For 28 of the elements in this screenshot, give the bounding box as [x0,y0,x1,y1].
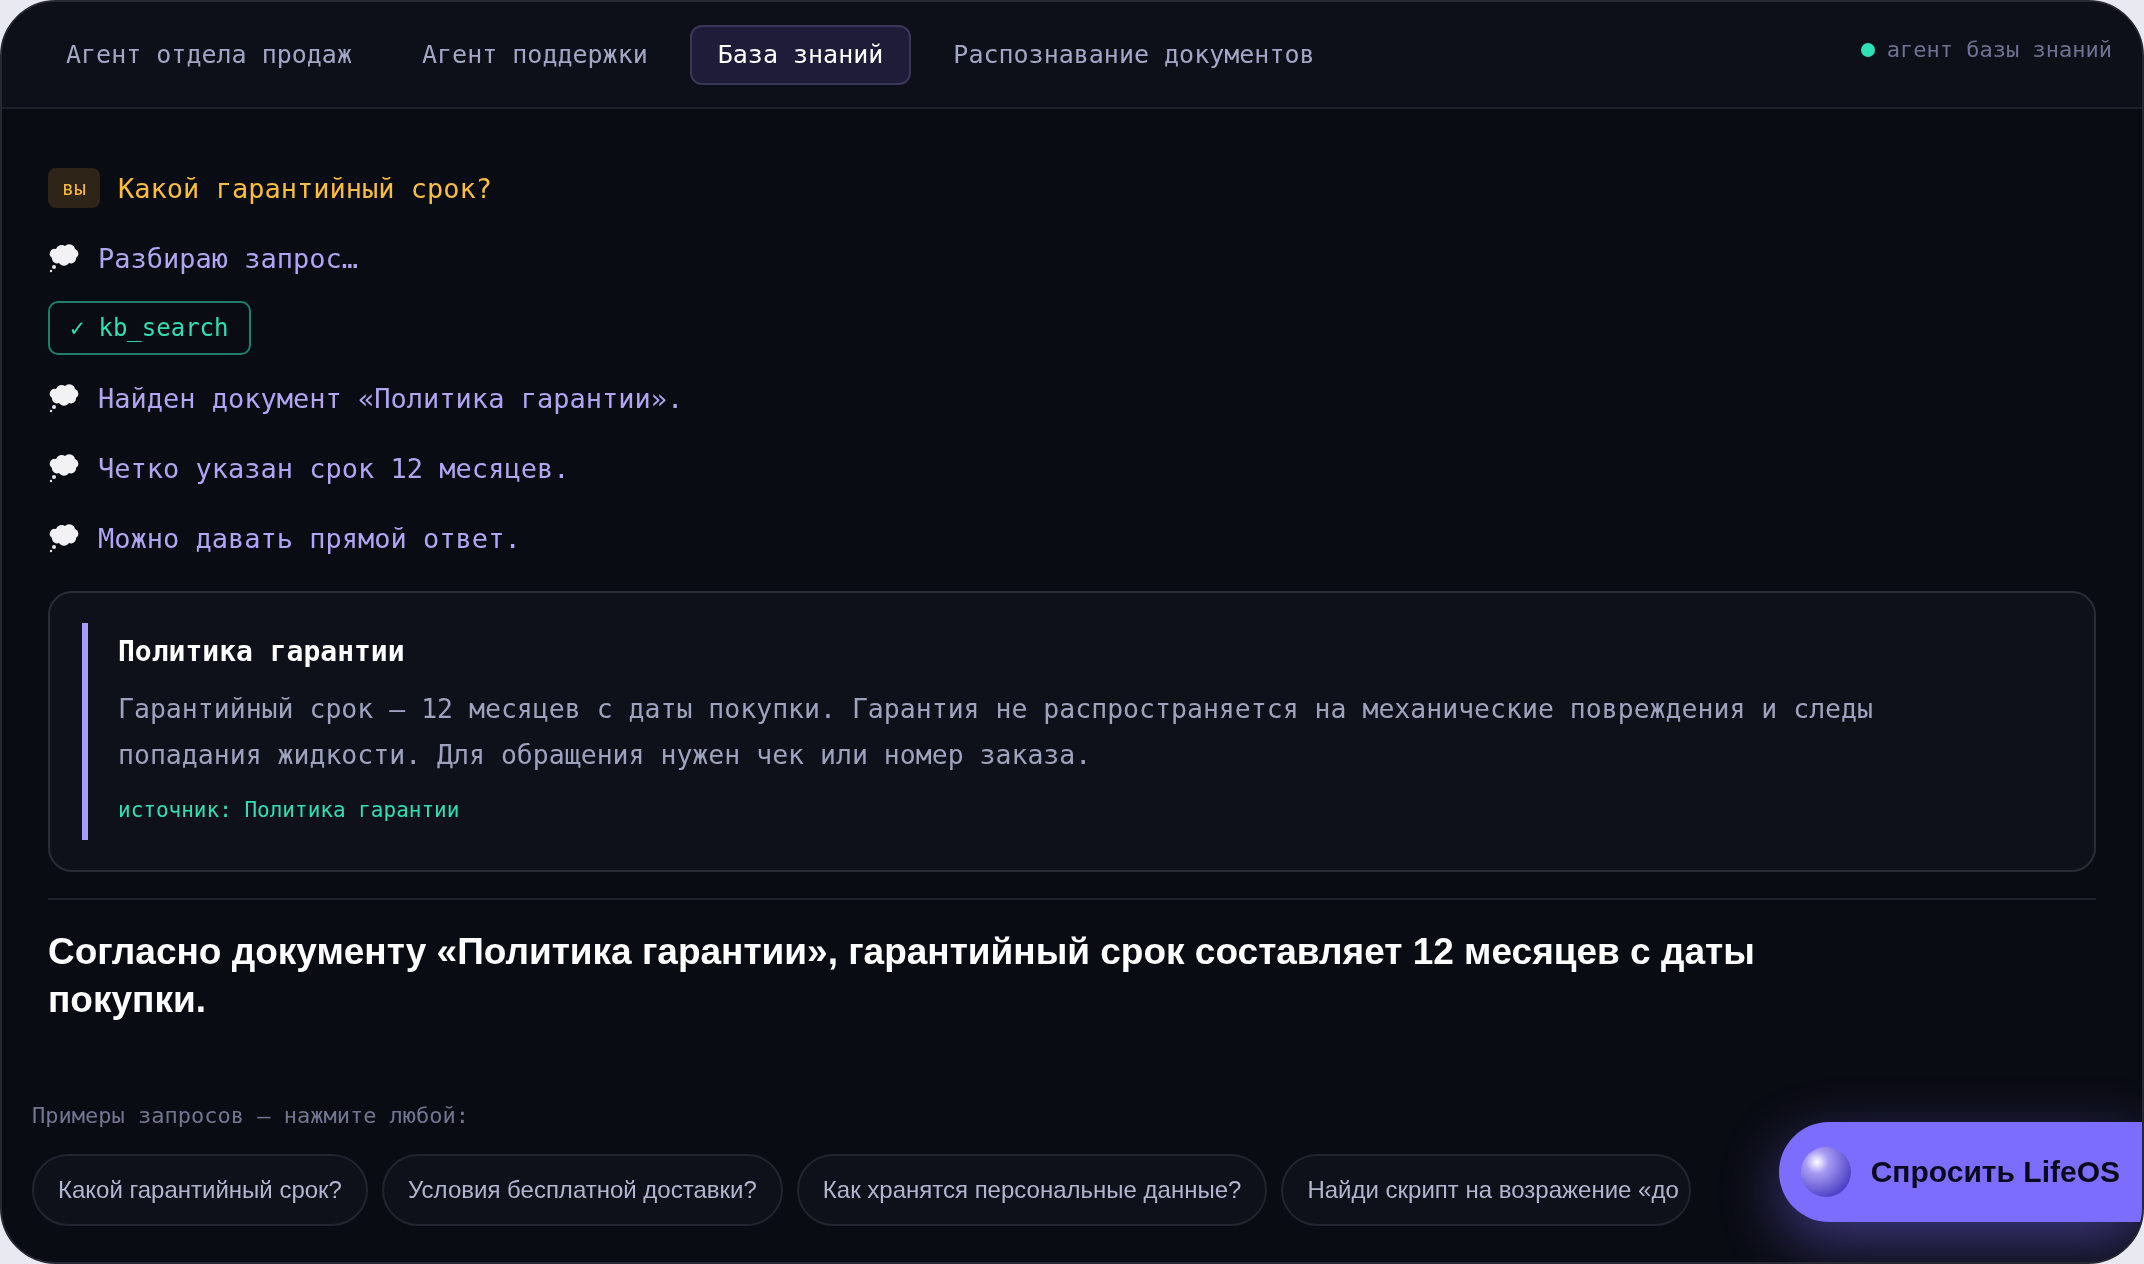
thought-text: Найден документ «Политика гарантии». [98,382,684,414]
thought-bubble-icon [48,243,80,273]
document-source: источник: Политика гарантии [118,798,461,822]
thought-bubble-icon [48,453,80,483]
answer-text: Согласно документу «Политика гарантии», гарантийный срок составляет 12 месяцев с даты покупки. [48,930,1756,1022]
document-text: Гарантийный срок — 12 месяцев с даты покупки. Гарантия не распространяется на механические повреждения и следы попадания жидкости. Для обращения нужен чек или номер заказа. [118,692,1874,772]
agent-tab[interactable]: Распознавание документов [925,24,1343,85]
agent-tab[interactable]: Агент отдела продаж [38,24,380,85]
sphere-icon [1800,1147,1851,1197]
agent-status: агент базы знаний [1886,37,2112,62]
example-query-chip[interactable]: Как хранятся персональные данные? [796,1154,1268,1226]
ask-button[interactable]: Спросить LifeOS [1778,1122,2142,1222]
example-query-chip[interactable]: Какой гарантийный срок? [32,1154,368,1226]
user-message: Какой гарантийный срок? [118,172,492,204]
user-badge: вы [48,168,101,208]
agent-tab[interactable]: База знаний [689,24,912,85]
thought-text: Четко указан срок 12 месяцев. [98,452,570,484]
document-title: Политика гарантии [118,635,406,668]
tool-call-chip: ✓ kb_search [48,301,251,355]
example-query-chip[interactable]: Найди скрипт на возражение «до [1281,1154,1691,1226]
thought-bubble-icon [48,523,80,553]
example-query-chip[interactable]: Условия бесплатной доставки? [381,1154,783,1226]
status-dot-icon [1860,42,1875,57]
thought-bubble-icon [48,383,80,413]
agent-tab[interactable]: Агент поддержки [394,24,676,85]
thought-text: Разбираю запрос… [98,242,359,274]
examples-label: Примеры запросов — нажмите любой: [32,1103,471,1128]
thought-text: Можно давать прямой ответ. [98,522,521,554]
